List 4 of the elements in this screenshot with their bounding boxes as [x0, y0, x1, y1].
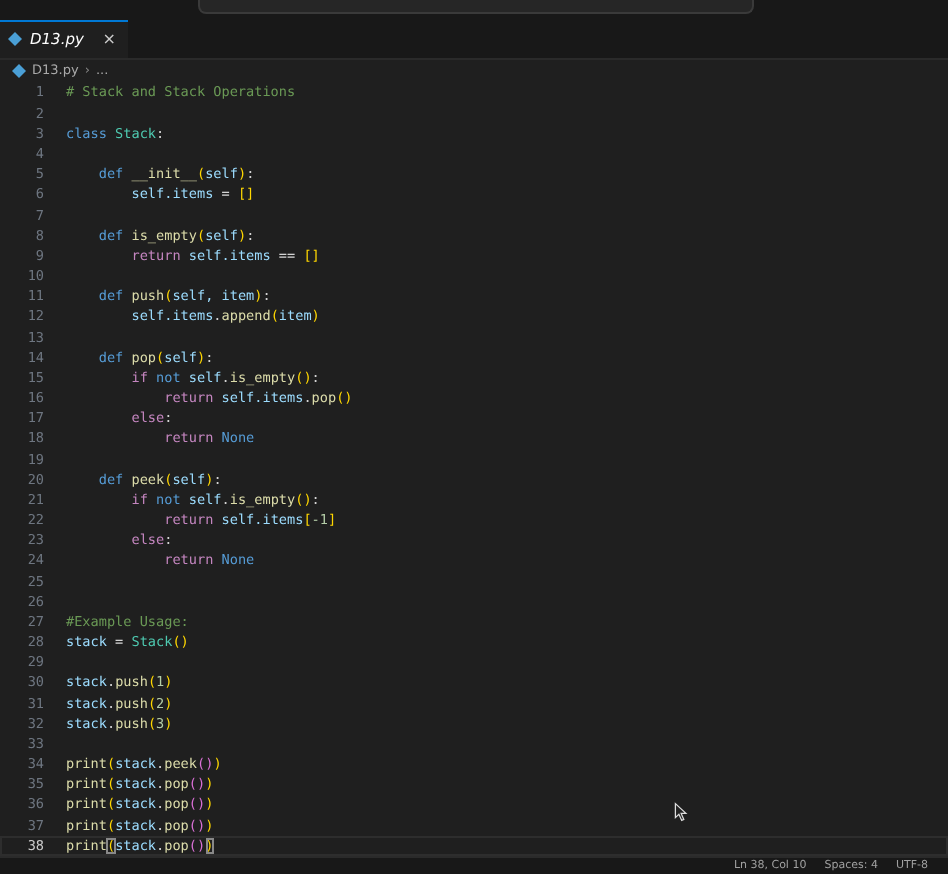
close-tab-button[interactable]: × [102, 30, 116, 49]
python-file-icon [12, 63, 26, 78]
mouse-pointer-icon [674, 802, 688, 822]
python-file-icon [8, 32, 22, 47]
